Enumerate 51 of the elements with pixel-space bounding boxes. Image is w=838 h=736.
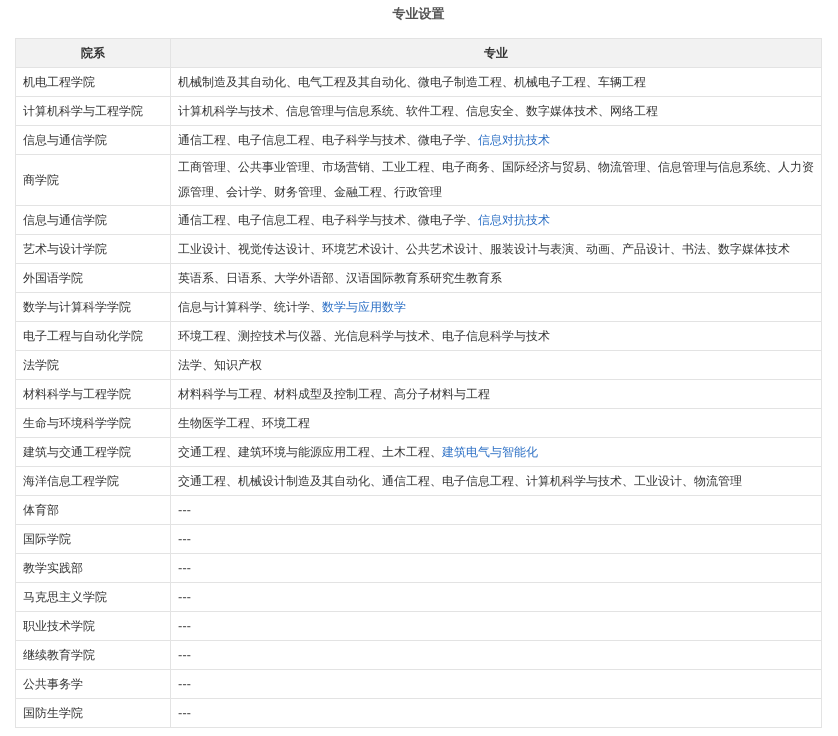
major-list: --- <box>178 560 191 574</box>
major-list: 英语系、日语系、大学外语部、汉语国际教育系研究生教育系 <box>178 270 502 284</box>
major-list: 机械制造及其自动化、电气工程及其自动化、微电子制造工程、机械电子工程、车辆工程 <box>178 74 646 88</box>
department-name: 艺术与设计学院 <box>23 242 107 256</box>
major-list: 材料科学与工程、材料成型及控制工程、高分子材料与工程 <box>178 386 490 400</box>
department-name: 公共事务学 <box>23 676 83 690</box>
major-list: --- <box>178 706 191 720</box>
major-list: --- <box>178 648 191 662</box>
major-list: 生物医学工程、环境工程 <box>178 416 310 430</box>
major-list: 法学、知识产权 <box>178 358 262 372</box>
department-name: 生命与环境科学学院 <box>23 416 131 430</box>
major-list: 工业设计、视觉传达设计、环境艺术设计、公共艺术设计、服装设计与表演、动画、产品设计、书法、数字媒体技术 <box>178 242 790 256</box>
major-list: 环境工程、测控技术与仪器、光信息科学与技术、电子信息科学与技术 <box>178 328 550 342</box>
department-name: 数学与计算科学学院 <box>23 300 131 314</box>
major-list: --- <box>178 532 191 546</box>
department-name: 电子工程与自动化学院 <box>23 328 143 342</box>
department-name: 商学院 <box>23 172 59 186</box>
major-link[interactable]: 数学与应用数学 <box>322 300 406 314</box>
department-name: 机电工程学院 <box>23 74 95 88</box>
major-list: 交通工程、建筑环境与能源应用工程、土木工程、 <box>178 444 442 458</box>
major-list: 计算机科学与技术、信息管理与信息系统、软件工程、信息安全、数字媒体技术、网络工程 <box>178 104 658 118</box>
major-link[interactable]: 信息对抗技术 <box>478 132 550 146</box>
department-name: 马克思主义学院 <box>23 590 107 604</box>
department-name: 外国语学院 <box>23 270 83 284</box>
department-name: 法学院 <box>23 358 59 372</box>
major-list: --- <box>178 502 191 516</box>
major-link[interactable]: 信息对抗技术 <box>478 212 550 226</box>
department-name: 信息与通信学院 <box>23 212 107 226</box>
department-name: 教学实践部 <box>23 560 83 574</box>
major-list: 交通工程、机械设计制造及其自动化、通信工程、电子信息工程、计算机科学与技术、工业设计、物流管理 <box>178 474 742 488</box>
major-list: 通信工程、电子信息工程、电子科学与技术、微电子学、 <box>178 132 478 146</box>
department-name: 材料科学与工程学院 <box>23 386 131 400</box>
department-name: 建筑与交通工程学院 <box>23 444 131 458</box>
column-header: 专业 <box>484 46 508 60</box>
department-name: 国防生学院 <box>23 706 83 720</box>
major-list: 工商管理、公共事业管理、市场营销、工业工程、电子商务、国际经济与贸易、物流管理、信息管理与信息系统、人力资源管理、会计学、财务管理、金融工程、行政管理 <box>178 160 814 199</box>
department-name: 海洋信息工程学院 <box>23 474 119 488</box>
major-list: 信息与计算科学、统计学、 <box>178 300 322 314</box>
major-list: --- <box>178 590 191 604</box>
department-name: 信息与通信学院 <box>23 132 107 146</box>
major-list: --- <box>178 618 191 632</box>
major-link[interactable]: 建筑电气与智能化 <box>442 444 538 458</box>
major-list: 通信工程、电子信息工程、电子科学与技术、微电子学、 <box>178 212 478 226</box>
page-title: 专业设置 <box>392 6 446 24</box>
major-list: --- <box>178 676 191 690</box>
department-name: 体育部 <box>23 502 59 516</box>
department-name: 职业技术学院 <box>23 618 95 632</box>
department-name: 国际学院 <box>23 532 71 546</box>
department-name: 计算机科学与工程学院 <box>23 104 143 118</box>
column-header: 院系 <box>81 46 105 60</box>
department-name: 继续教育学院 <box>23 648 95 662</box>
